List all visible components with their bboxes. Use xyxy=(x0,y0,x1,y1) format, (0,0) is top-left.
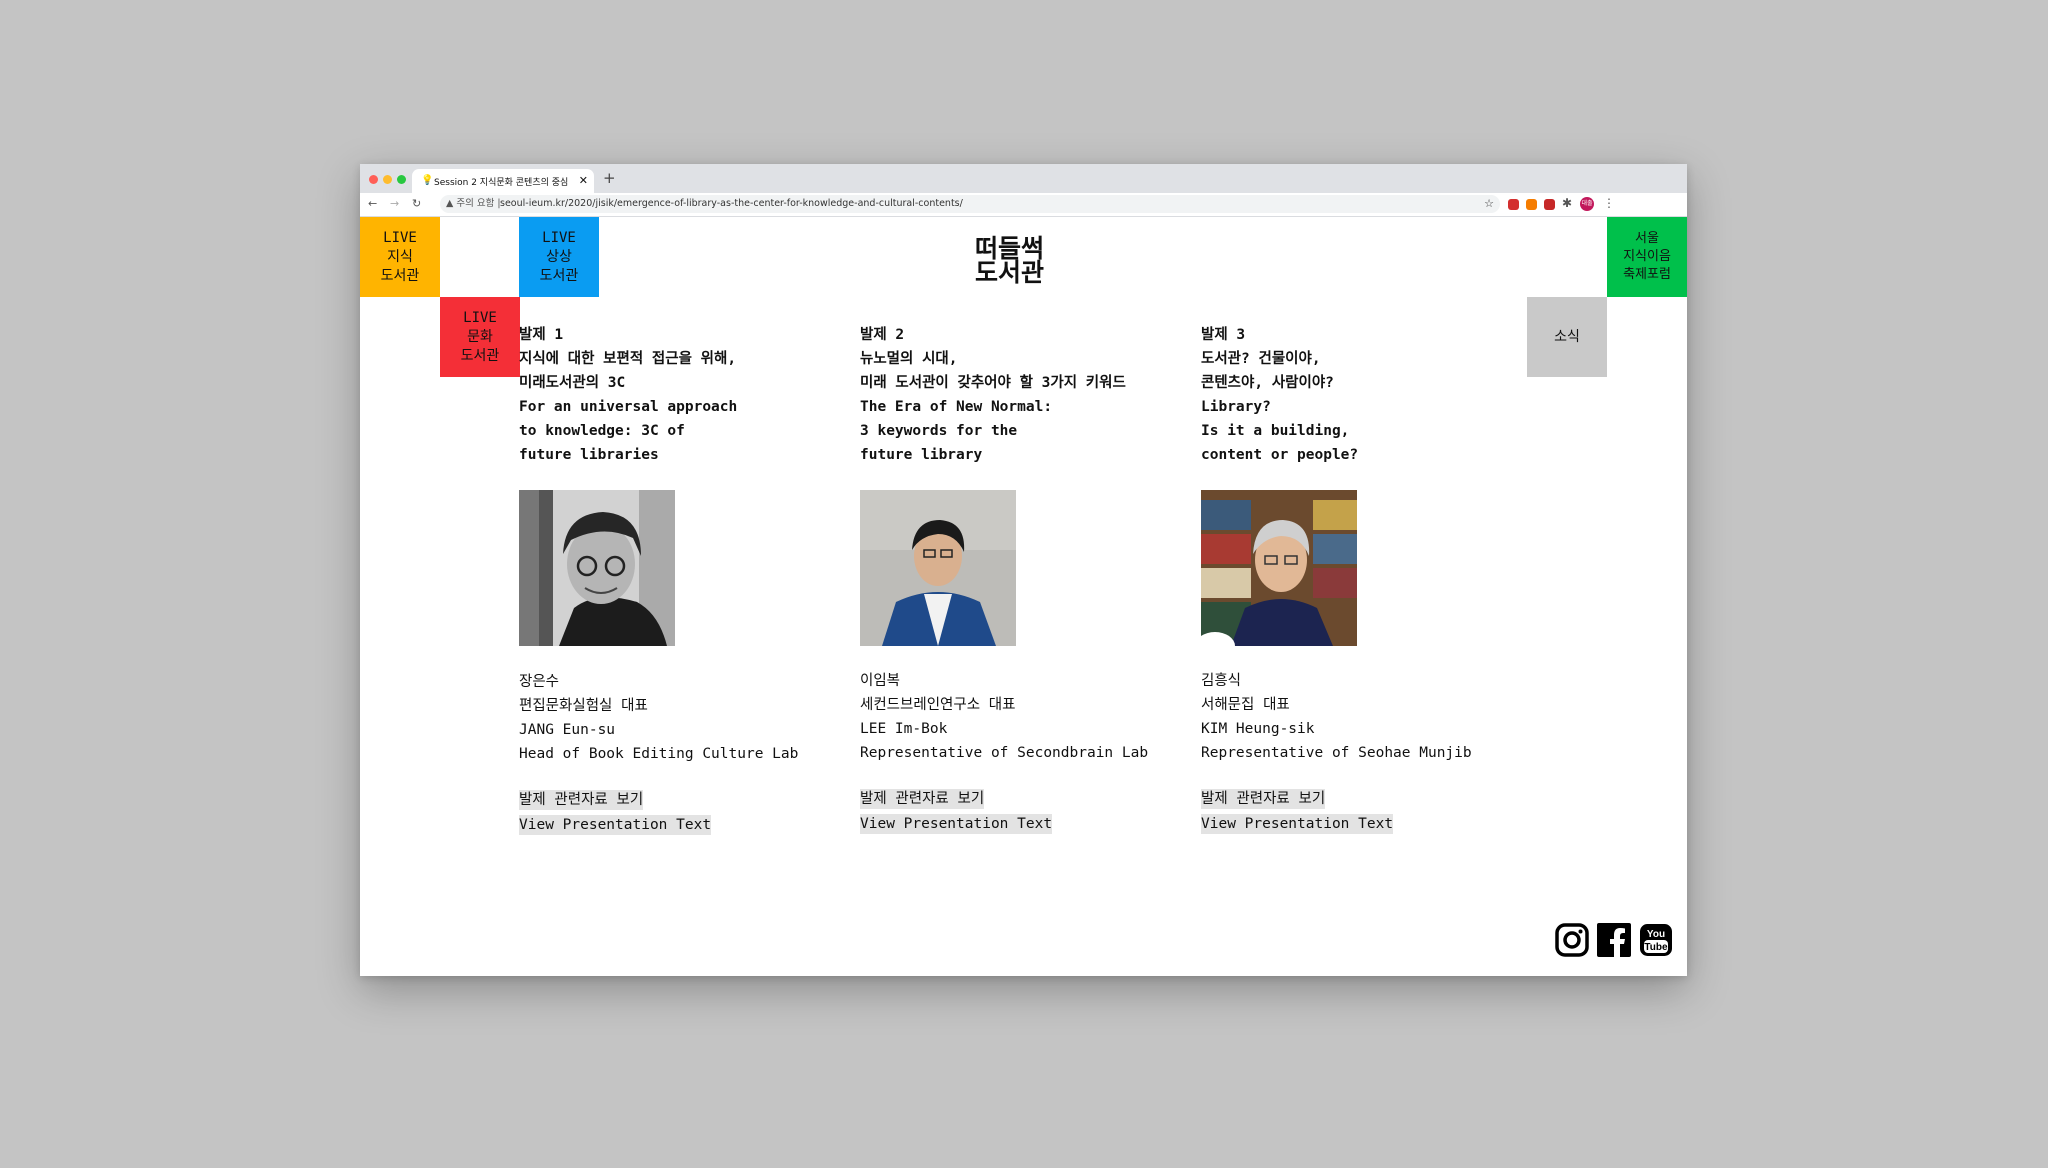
nav-label-line: 소식 xyxy=(1554,328,1580,345)
new-tab-button[interactable]: + xyxy=(603,169,616,187)
speaker-photo xyxy=(519,490,675,646)
security-label: 주의 요함 xyxy=(456,198,495,209)
nav-label-line: 문화 xyxy=(467,328,493,345)
tab-title: Session 2 지식문화 콘텐츠의 중심 xyxy=(434,178,569,188)
title-line: For an universal approach xyxy=(519,399,738,415)
nav-label-line: LIVE xyxy=(542,229,576,246)
speaker-info: 이임복 세컨드브레인연구소 대표 LEE Im-Bok Representati… xyxy=(860,669,1190,765)
speaker-name-ko: 이임복 xyxy=(860,673,901,689)
nav-live-knowledge-library[interactable]: LIVE 지식 도서관 xyxy=(360,217,440,297)
session-title: 발제 1 지식에 대한 보편적 접근을 위해, 미래도서관의 3C For an… xyxy=(519,323,849,467)
lightbulb-icon: 💡 xyxy=(421,175,434,186)
title-line: The Era of New Normal: xyxy=(860,399,1053,415)
speaker-name-en: KIM Heung-sik xyxy=(1201,721,1315,737)
speaker-role-ko: 편집문화실험실 대표 xyxy=(519,698,648,714)
reload-icon[interactable]: ↻ xyxy=(412,197,421,210)
close-window-button[interactable] xyxy=(369,175,378,184)
back-icon[interactable]: ← xyxy=(368,197,377,210)
speaker-name-ko: 김흥식 xyxy=(1201,673,1242,689)
youtube-icon[interactable]: You Tube xyxy=(1639,923,1673,957)
speaker-role-ko: 세컨드브레인연구소 대표 xyxy=(860,697,1016,713)
instagram-icon[interactable] xyxy=(1555,923,1589,957)
logo-line: 도서관 xyxy=(975,258,1045,287)
title-line: 뉴노멀의 시대, xyxy=(860,351,958,367)
nav-label-line: 지식 xyxy=(387,248,413,265)
site-logo[interactable]: 떠들썩 도서관 xyxy=(975,236,1057,295)
nav-live-culture-library[interactable]: LIVE 문화 도서관 xyxy=(440,297,520,377)
view-presentation-link-en[interactable]: View Presentation Text xyxy=(1201,814,1394,834)
nav-label-line: 축제포럼 xyxy=(1623,267,1671,282)
presentation-links: 발제 관련자료 보기 View Presentation Text xyxy=(1201,788,1531,838)
speaker-info: 장은수 편집문화실험실 대표 JANG Eun-su Head of Book … xyxy=(519,670,849,766)
title-line: 지식에 대한 보편적 접근을 위해, xyxy=(519,351,737,367)
title-line: to knowledge: 3C of xyxy=(519,423,685,439)
youtube-label: You xyxy=(1647,929,1665,940)
title-line: 발제 2 xyxy=(860,327,905,343)
page-content: LIVE 지식 도서관 LIVE 상상 도서관 LIVE 문화 도서관 서울 지… xyxy=(360,217,1687,976)
extensions-puzzle-icon[interactable]: ✱ xyxy=(1562,196,1572,210)
speaker-name-ko: 장은수 xyxy=(519,674,560,690)
nav-forum[interactable]: 서울 지식이음 축제포럼 xyxy=(1607,217,1687,297)
speaker-name-en: LEE Im-Bok xyxy=(860,721,948,737)
profile-avatar[interactable]: 대출 xyxy=(1580,197,1594,211)
title-line: 도서관? 건물이야, xyxy=(1201,351,1321,367)
speaker-role-en: Representative of Seohae Munjib xyxy=(1201,745,1472,761)
nav-news[interactable]: 소식 xyxy=(1527,297,1607,377)
speaker-photo xyxy=(1201,490,1357,646)
title-line: Is it a building, xyxy=(1201,423,1350,439)
nav-label-line: 도서관 xyxy=(380,267,420,284)
speaker-role-en: Representative of Secondbrain Lab xyxy=(860,745,1149,761)
session-title: 발제 2 뉴노멀의 시대, 미래 도서관이 갖추어야 할 3가지 키워드 The… xyxy=(860,323,1190,467)
bookmark-star-icon[interactable]: ☆ xyxy=(1484,195,1494,213)
address-bar[interactable]: ▲ 주의 요함 | seoul-ieum.kr/2020/jisik/emerg… xyxy=(440,195,1500,213)
maximize-window-button[interactable] xyxy=(397,175,406,184)
title-line: future libraries xyxy=(519,447,659,463)
menu-kebab-icon[interactable]: ⋮ xyxy=(1603,196,1615,210)
view-presentation-link-en[interactable]: View Presentation Text xyxy=(519,815,712,835)
title-line: content or people? xyxy=(1201,447,1359,463)
nav-live-imagination-library[interactable]: LIVE 상상 도서관 xyxy=(519,217,599,297)
nav-label-line: LIVE xyxy=(383,229,417,246)
view-materials-link-ko[interactable]: 발제 관련자료 보기 xyxy=(519,790,644,810)
nav-label-line: 도서관 xyxy=(460,347,500,364)
session-title: 발제 3 도서관? 건물이야, 콘텐츠야, 사람이야? Library? Is … xyxy=(1201,323,1531,467)
forward-icon[interactable]: → xyxy=(390,197,399,210)
title-line: 미래 도서관이 갖추어야 할 3가지 키워드 xyxy=(860,375,1126,391)
minimize-window-button[interactable] xyxy=(383,175,392,184)
view-materials-link-ko[interactable]: 발제 관련자료 보기 xyxy=(860,789,985,809)
speaker-photo xyxy=(860,490,1016,646)
speaker-role-en: Head of Book Editing Culture Lab xyxy=(519,746,799,762)
nav-label-line: 서울 xyxy=(1635,231,1659,246)
title-line: 발제 3 xyxy=(1201,327,1246,343)
url-text: seoul-ieum.kr/2020/jisik/emergence-of-li… xyxy=(500,198,963,209)
facebook-icon[interactable] xyxy=(1597,923,1631,957)
nav-label-line: 상상 xyxy=(546,248,572,265)
browser-window: 💡 Session 2 지식문화 콘텐츠의 중심 ✕ + ← → ↻ ▲ 주의 … xyxy=(360,164,1687,976)
extension-icon[interactable] xyxy=(1544,199,1555,210)
presentation-links: 발제 관련자료 보기 View Presentation Text xyxy=(860,788,1190,838)
presentation-links: 발제 관련자료 보기 View Presentation Text xyxy=(519,789,849,839)
title-line: future library xyxy=(860,447,983,463)
nav-label-line: LIVE xyxy=(463,309,497,326)
browser-tab[interactable]: 💡 Session 2 지식문화 콘텐츠의 중심 ✕ xyxy=(412,169,594,193)
title-line: Library? xyxy=(1201,399,1271,415)
view-materials-link-ko[interactable]: 발제 관련자료 보기 xyxy=(1201,789,1326,809)
extension-icon[interactable] xyxy=(1508,199,1519,210)
title-line: 발제 1 xyxy=(519,327,564,343)
speaker-info: 김흥식 서해문집 대표 KIM Heung-sik Representative… xyxy=(1201,669,1531,765)
extension-icon[interactable] xyxy=(1526,199,1537,210)
speaker-name-en: JANG Eun-su xyxy=(519,722,616,738)
youtube-label: Tube xyxy=(1644,942,1668,953)
browser-toolbar: ← → ↻ ▲ 주의 요함 | seoul-ieum.kr/2020/jisik… xyxy=(360,193,1687,217)
title-line: 콘텐츠야, 사람이야? xyxy=(1201,375,1334,391)
title-line: 미래도서관의 3C xyxy=(519,375,626,391)
title-line: 3 keywords for the xyxy=(860,423,1018,439)
view-presentation-link-en[interactable]: View Presentation Text xyxy=(860,814,1053,834)
nav-label-line: 지식이음 xyxy=(1623,249,1671,264)
speaker-role-ko: 서해문집 대표 xyxy=(1201,697,1290,713)
security-warning[interactable]: ▲ 주의 요함 | xyxy=(446,195,501,213)
nav-label-line: 도서관 xyxy=(539,267,579,284)
close-tab-icon[interactable]: ✕ xyxy=(579,174,588,187)
tab-bar: 💡 Session 2 지식문화 콘텐츠의 중심 ✕ + xyxy=(360,164,1687,193)
